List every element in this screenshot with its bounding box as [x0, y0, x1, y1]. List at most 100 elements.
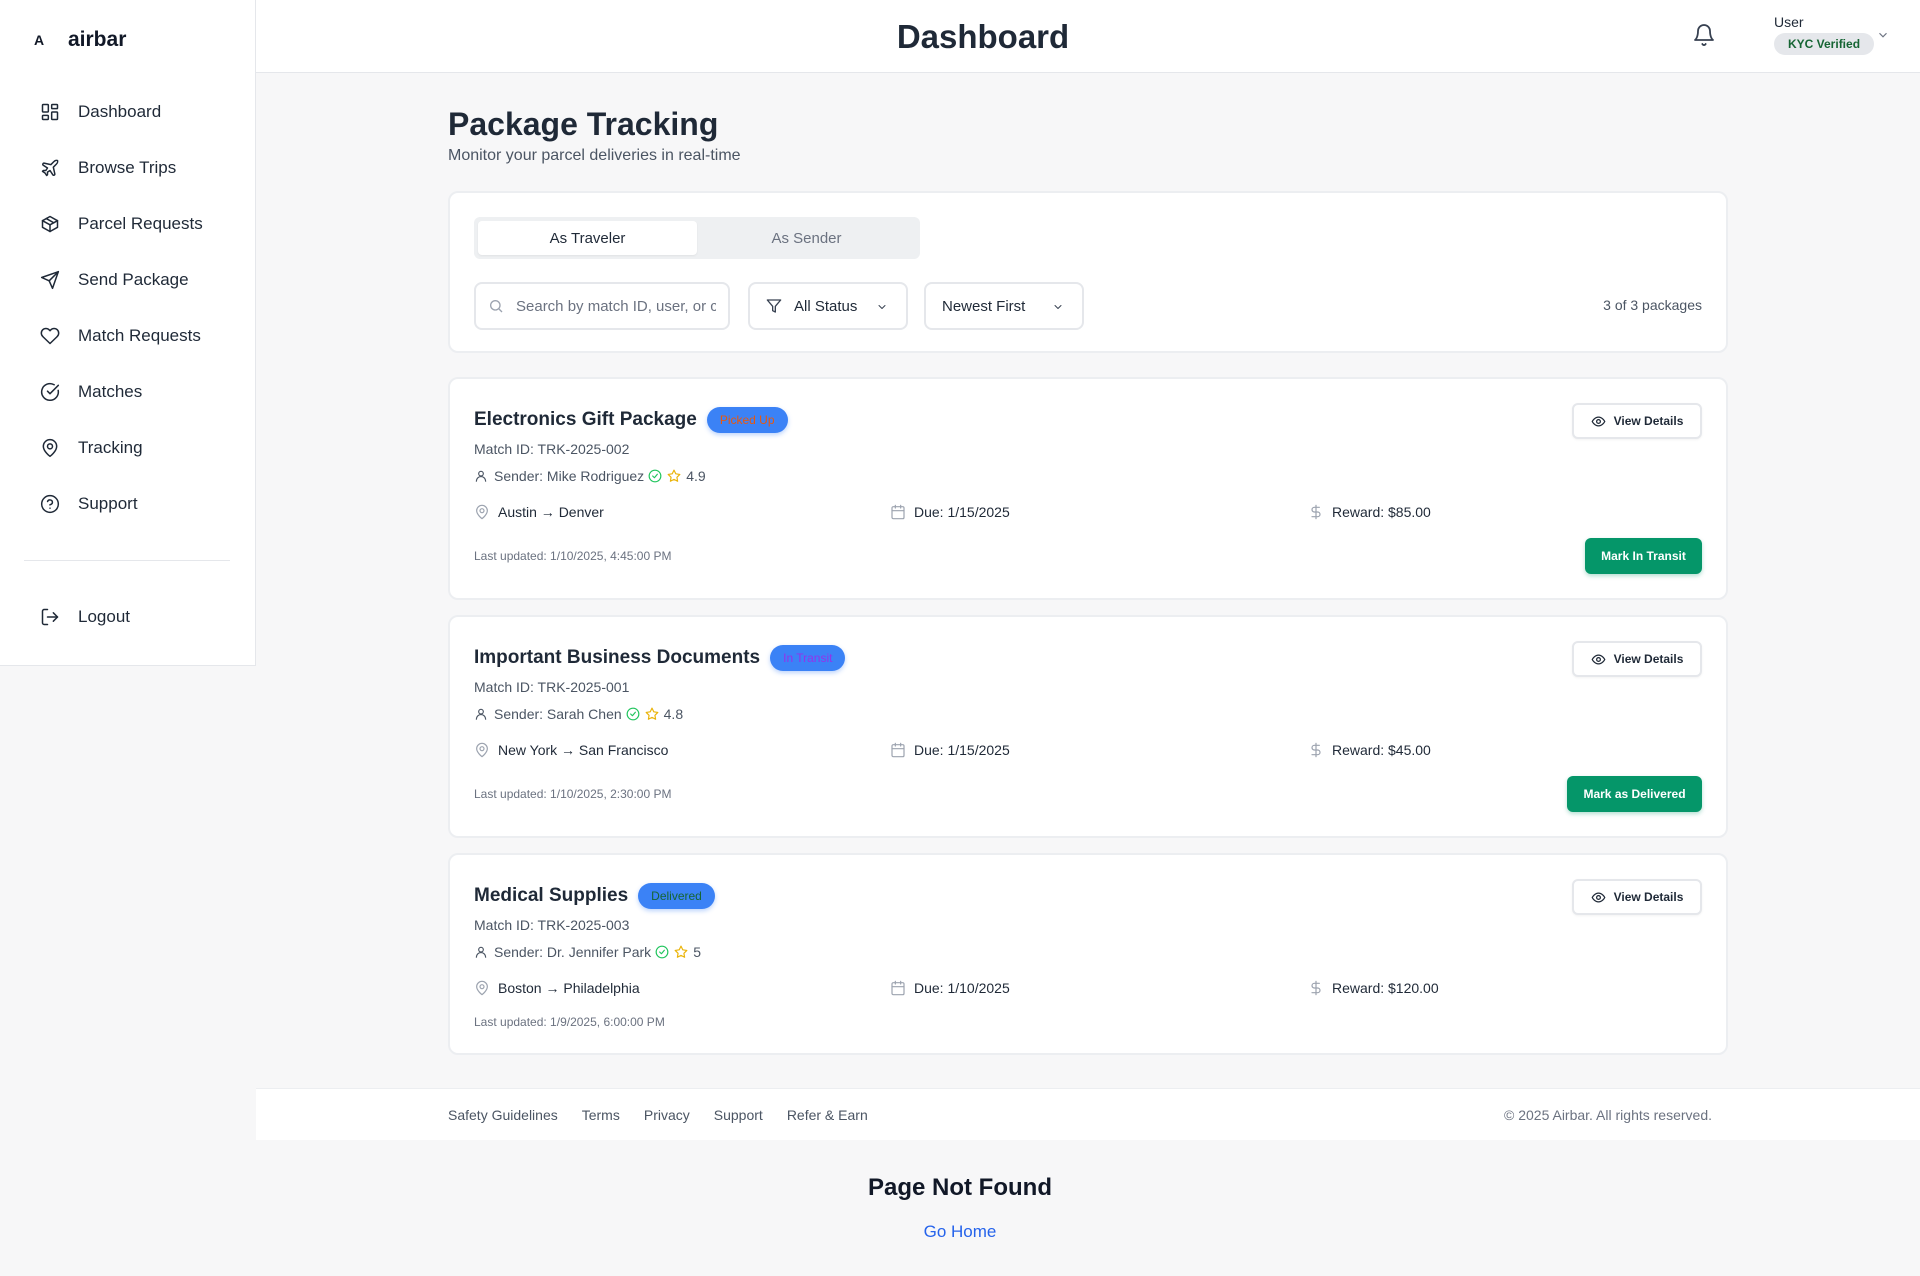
map-pin-icon	[476, 742, 488, 758]
go-home-link[interactable]: Go Home	[0, 1222, 1920, 1242]
sidebar-nav: Dashboard Browse Trips Parcel Requests S…	[24, 84, 234, 532]
map-pin-icon	[476, 504, 488, 520]
sidebar-item-label: Support	[78, 494, 138, 513]
footer: Safety Guidelines Terms Privacy Support …	[256, 1088, 1920, 1140]
page-title: Package Tracking	[448, 106, 719, 142]
footer-link-support[interactable]: Support	[714, 1107, 763, 1123]
mark-as-delivered-button[interactable]: Mark as Delivered	[1567, 776, 1702, 812]
sender-rating: 4.8	[663, 706, 684, 722]
tab-as-sender[interactable]: As Sender	[697, 221, 916, 255]
sort-value: Newest First	[942, 297, 1026, 315]
view-details-button[interactable]: View Details	[1572, 403, 1702, 439]
reward-info: Reward: $120.00	[1308, 980, 1439, 996]
check-circle-icon	[40, 382, 60, 402]
route-info: Boston → Philadelphia	[474, 980, 640, 996]
sidebar-item-browse-trips[interactable]: Browse Trips	[24, 140, 234, 196]
sender-info: Sender: Dr. Jennifer Park 5	[474, 944, 701, 960]
sidebar-item-label: Browse Trips	[78, 158, 177, 177]
filter-panel: As Traveler As Sender All Status Newest …	[448, 191, 1728, 353]
package-card: Important Business Documents In Transit …	[448, 615, 1728, 838]
sidebar-item-label: Dashboard	[78, 102, 162, 121]
sort-select[interactable]: Newest First	[924, 282, 1084, 330]
due-text: Due: 1/10/2025	[914, 980, 1010, 996]
tab-as-traveler[interactable]: As Traveler	[478, 221, 697, 255]
match-id: Match ID: TRK-2025-002	[474, 441, 630, 457]
eye-icon	[1591, 891, 1606, 903]
reward-info: Reward: $45.00	[1308, 742, 1431, 758]
chevron-down-icon	[1879, 32, 1887, 38]
user-menu-chevron[interactable]	[1876, 28, 1890, 42]
mark-in-transit-button[interactable]: Mark In Transit	[1585, 538, 1702, 574]
dollar-icon	[1311, 504, 1321, 520]
brand-name: airbar	[68, 28, 127, 51]
match-id: Match ID: TRK-2025-001	[474, 679, 630, 695]
sender-name: Sender: Sarah Chen	[494, 706, 622, 722]
header-title: Dashboard	[896, 18, 1070, 55]
view-details-label: View Details	[1613, 414, 1684, 428]
dollar-icon	[1311, 980, 1321, 996]
sidebar-item-match-requests[interactable]: Match Requests	[24, 308, 234, 364]
star-icon	[667, 469, 681, 482]
verified-icon	[626, 707, 640, 721]
sidebar-item-support[interactable]: Support	[24, 476, 234, 532]
sidebar-item-label: Matches	[78, 382, 143, 401]
status-filter-value: All Status	[794, 297, 858, 315]
logout-icon	[41, 608, 59, 626]
dashboard-icon	[41, 103, 59, 121]
eye-icon	[1591, 415, 1606, 427]
package-icon	[41, 215, 59, 233]
star-icon	[674, 945, 688, 958]
search-input[interactable]	[516, 297, 716, 315]
sidebar-item-matches[interactable]: Matches	[24, 364, 234, 420]
package-title: Electronics Gift Package	[474, 409, 697, 430]
eye-icon	[1591, 653, 1606, 665]
sidebar-item-tracking[interactable]: Tracking	[24, 420, 234, 476]
due-text: Due: 1/15/2025	[914, 504, 1010, 520]
footer-link-terms[interactable]: Terms	[582, 1107, 620, 1123]
verified-icon	[655, 945, 669, 959]
route-text: Austin → Denver	[498, 504, 604, 520]
user-icon	[475, 708, 487, 720]
view-details-button[interactable]: View Details	[1572, 879, 1702, 915]
last-updated: Last updated: 1/10/2025, 4:45:00 PM	[474, 549, 672, 563]
sidebar-item-parcel-requests[interactable]: Parcel Requests	[24, 196, 234, 252]
package-card: Electronics Gift Package Picked Up Match…	[448, 377, 1728, 600]
top-header: Dashboard User KYC Verified	[256, 0, 1920, 73]
logout-button[interactable]: Logout	[24, 589, 234, 645]
chevron-down-icon	[878, 305, 886, 309]
user-name: User	[1774, 14, 1804, 30]
copyright: © 2025 Airbar. All rights reserved.	[1504, 1107, 1712, 1123]
chevron-down-icon	[1054, 305, 1062, 309]
star-icon	[645, 707, 659, 720]
package-card: Medical Supplies Delivered Match ID: TRK…	[448, 853, 1728, 1055]
kyc-status-badge: KYC Verified	[1774, 33, 1875, 55]
status-badge: Delivered	[638, 883, 715, 909]
filter-icon	[766, 299, 782, 313]
map-pin-icon	[476, 980, 488, 996]
brand-logo[interactable]: A airbar	[34, 28, 126, 52]
view-details-label: View Details	[1613, 652, 1684, 666]
due-info: Due: 1/15/2025	[890, 742, 1010, 758]
sender-name: Sender: Mike Rodriguez	[494, 468, 645, 484]
route-info: New York → San Francisco	[474, 742, 668, 758]
sidebar: A airbar Dashboard Browse Trips Parcel R…	[0, 0, 256, 666]
sidebar-item-send-package[interactable]: Send Package	[24, 252, 234, 308]
footer-link-privacy[interactable]: Privacy	[644, 1107, 690, 1123]
user-menu[interactable]: User KYC Verified	[1774, 14, 1875, 55]
reward-text: Reward: $120.00	[1332, 980, 1439, 996]
sidebar-item-dashboard[interactable]: Dashboard	[24, 84, 234, 140]
route-text: New York → San Francisco	[498, 742, 669, 758]
sidebar-item-label: Tracking	[78, 438, 143, 457]
view-details-button[interactable]: View Details	[1572, 641, 1702, 677]
route-info: Austin → Denver	[474, 504, 604, 520]
status-filter-select[interactable]: All Status	[748, 282, 908, 330]
view-details-label: View Details	[1613, 890, 1684, 904]
package-title: Important Business Documents	[474, 647, 761, 668]
footer-link-safety[interactable]: Safety Guidelines	[448, 1107, 558, 1123]
notifications-button[interactable]	[1692, 23, 1716, 47]
sidebar-item-label: Match Requests	[78, 326, 201, 345]
reward-text: Reward: $45.00	[1332, 742, 1431, 758]
sidebar-item-label: Parcel Requests	[78, 214, 203, 233]
sender-rating: 4.9	[686, 468, 706, 484]
footer-link-refer[interactable]: Refer & Earn	[787, 1107, 868, 1123]
